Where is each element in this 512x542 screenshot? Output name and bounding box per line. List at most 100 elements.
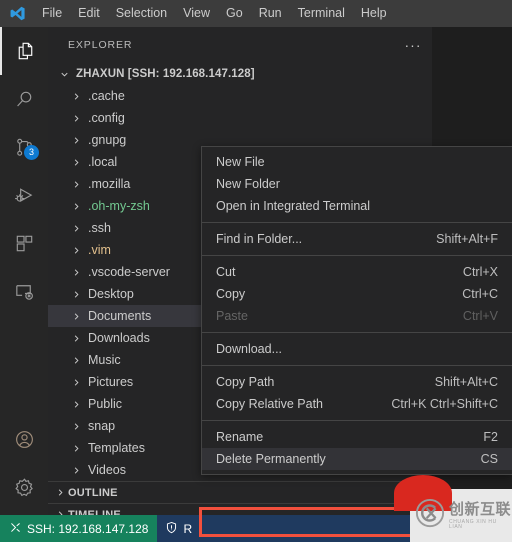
shield-icon [165, 521, 178, 537]
menu-help[interactable]: Help [353, 0, 395, 27]
tree-item-label: Documents [88, 309, 152, 323]
chevron-right-icon [68, 462, 84, 478]
tree-item-label: snap [88, 419, 116, 433]
status-remote-label: SSH: 192.168.147.128 [27, 521, 149, 536]
status-remote-host[interactable]: SSH: 192.168.147.128 [0, 515, 158, 542]
tree-item-label: .mozilla [88, 177, 131, 191]
chevron-right-icon [68, 176, 84, 192]
activitybar-item-search[interactable] [0, 75, 48, 123]
chevron-right-icon [68, 154, 84, 170]
context-menu-item-label: Rename [216, 430, 264, 444]
context-menu-item-keybinding: Ctrl+X [462, 265, 498, 279]
tree-item-label: .cache [88, 89, 125, 103]
chevron-right-icon [68, 440, 84, 456]
activitybar-item-run-and-debug[interactable] [0, 171, 48, 219]
section-outline-label: OUTLINE [68, 486, 118, 499]
chevron-right-icon [68, 330, 84, 346]
tree-item-label: Templates [88, 441, 145, 455]
context-menu-separator [202, 420, 512, 421]
menu-edit[interactable]: Edit [70, 0, 108, 27]
chevron-right-icon [68, 308, 84, 324]
context-menu-item[interactable]: Delete Permanently CS [202, 448, 512, 470]
context-menu-item-label: Download... [216, 342, 283, 356]
activitybar-item-remote-explorer[interactable] [0, 267, 48, 315]
context-menu-item-label: Open in Integrated Terminal [216, 199, 371, 213]
menu-file[interactable]: File [34, 0, 70, 27]
tree-root-row[interactable]: ZHAXUN [SSH: 192.168.147.128] [48, 63, 432, 85]
context-menu-item[interactable]: Find in Folder... Shift+Alt+F [202, 228, 512, 250]
chevron-right-icon [68, 220, 84, 236]
chevron-right-icon [68, 132, 84, 148]
chevron-right-icon [68, 88, 84, 104]
vscode-window: File Edit Selection View Go Run Terminal… [0, 0, 512, 542]
explorer-title-bar: EXPLORER ··· [48, 27, 432, 62]
vscode-logo-icon [0, 0, 34, 27]
sidebar-collapsed-sections: OUTLINE TIMELINE [48, 481, 432, 515]
context-menu-item-keybinding: Ctrl+V [462, 309, 498, 323]
tree-item[interactable]: .cache [48, 85, 432, 107]
tree-item-label: Desktop [88, 287, 134, 301]
tree-root-label: ZHAXUN [SSH: 192.168.147.128] [76, 68, 255, 80]
activity-bar-bottom-group [0, 415, 48, 515]
search-icon [13, 88, 36, 111]
context-menu-item[interactable]: Download... [202, 338, 512, 360]
context-menu-separator [202, 222, 512, 223]
section-outline[interactable]: OUTLINE [48, 481, 432, 503]
chevron-right-icon [52, 485, 68, 501]
activitybar-item-explorer[interactable] [0, 27, 48, 75]
context-menu-separator [202, 365, 512, 366]
context-menu-item[interactable]: Open in Integrated Terminal [202, 195, 512, 217]
extensions-icon [13, 232, 36, 255]
activitybar-item-extensions[interactable] [0, 219, 48, 267]
context-menu-item: Paste Ctrl+V [202, 305, 512, 327]
context-menu-item-label: New Folder [216, 177, 280, 191]
context-menu-item[interactable]: Copy Ctrl+C [202, 283, 512, 305]
tree-item-label: Public [88, 397, 123, 411]
explorer-title-label: EXPLORER [68, 38, 133, 51]
chevron-right-icon [68, 264, 84, 280]
context-menu-item[interactable]: New Folder [202, 173, 512, 195]
menu-terminal[interactable]: Terminal [290, 0, 353, 27]
menu-selection[interactable]: Selection [108, 0, 175, 27]
tree-item-label: .config [88, 111, 125, 125]
tree-item-label: .vim [88, 243, 111, 257]
activitybar-item-source-control[interactable]: 3 [0, 123, 48, 171]
tree-item[interactable]: .config [48, 107, 432, 129]
chevron-down-icon [56, 66, 72, 82]
context-menu-item[interactable]: New File [202, 151, 512, 173]
section-timeline[interactable]: TIMELINE [48, 503, 432, 515]
context-menu-separator [202, 255, 512, 256]
chuangxin-logo-icon [415, 498, 445, 533]
context-menu-item[interactable]: Cut Ctrl+X [202, 261, 512, 283]
watermark-cn-label: 创新互联 [449, 499, 512, 518]
chevron-right-icon [52, 507, 68, 515]
activity-bar-top-group: 3 [0, 27, 48, 415]
context-menu-item[interactable]: Rename F2 [202, 426, 512, 448]
chevron-right-icon [68, 374, 84, 390]
context-menu-item[interactable]: Copy Path Shift+Alt+C [202, 371, 512, 393]
status-remote-indicator-label: R [183, 521, 193, 536]
account-icon [13, 428, 36, 451]
tree-item-label: Music [88, 353, 121, 367]
chevron-right-icon [68, 418, 84, 434]
chevron-right-icon [68, 286, 84, 302]
context-menu-item-label: Cut [216, 265, 236, 279]
context-menu-item-keybinding: Shift+Alt+F [436, 232, 498, 246]
chevron-right-icon [68, 396, 84, 412]
tree-item-label: Videos [88, 463, 126, 477]
activitybar-item-accounts[interactable] [0, 415, 48, 463]
tree-item-label: Downloads [88, 331, 150, 345]
context-menu-item[interactable]: Copy Relative Path Ctrl+K Ctrl+Shift+C [202, 393, 512, 415]
context-menu-item-keybinding: Ctrl+K Ctrl+Shift+C [391, 397, 498, 411]
menu-run[interactable]: Run [251, 0, 290, 27]
explorer-context-menu: New File New Folder Open in Integrated Ter… [201, 146, 512, 475]
menu-go[interactable]: Go [218, 0, 251, 27]
context-menu-item-label: Copy Relative Path [216, 397, 324, 411]
more-actions-icon[interactable]: ··· [402, 34, 424, 56]
context-menu-item-label: Copy Path [216, 375, 275, 389]
menu-view[interactable]: View [175, 0, 218, 27]
chevron-right-icon [68, 352, 84, 368]
files-icon [14, 40, 37, 63]
activitybar-item-settings[interactable] [0, 463, 48, 511]
tree-item-label: .vscode-server [88, 265, 170, 279]
